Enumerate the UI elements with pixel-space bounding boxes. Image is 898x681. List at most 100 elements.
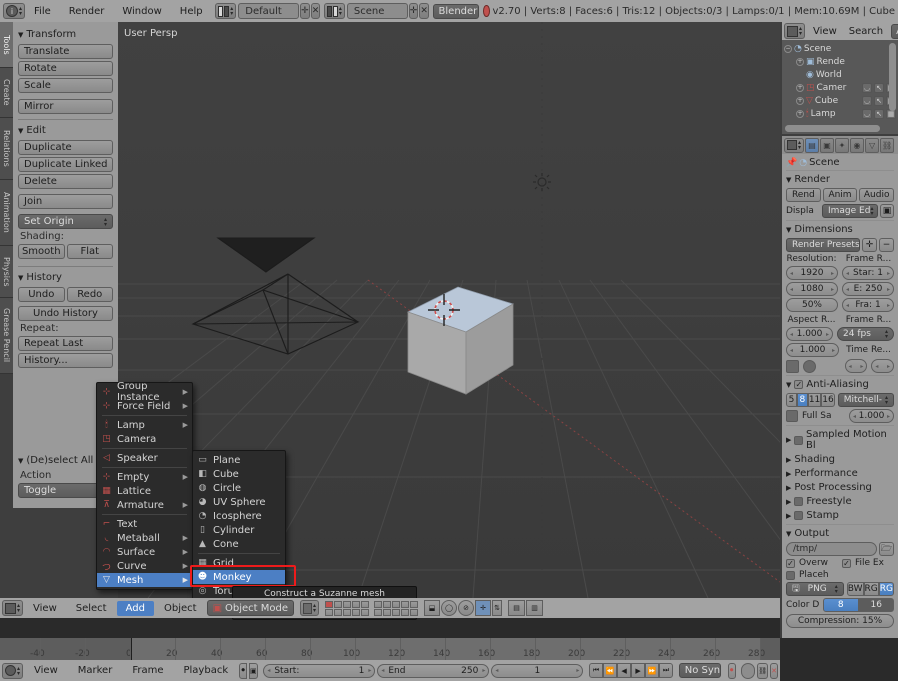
editor-type-selector-info[interactable]: i ▴ ▾ <box>3 3 26 19</box>
scene-browse-icon[interactable]: ▴ ▾ <box>323 3 345 19</box>
duplicate-linked-button[interactable]: Duplicate Linked <box>18 157 113 172</box>
add-menu-item-text[interactable]: ⌐ Text <box>97 517 192 531</box>
color-mode-rgba[interactable]: RG <box>878 582 894 596</box>
duplicate-button[interactable]: Duplicate <box>18 140 113 155</box>
timeline-menu-marker[interactable]: Marker <box>69 663 122 678</box>
output-path-field[interactable]: /tmp/ <box>786 542 877 556</box>
frame-end-field[interactable]: E: 250 <box>842 282 894 296</box>
link-action-icon[interactable]: ⛓ <box>757 662 769 679</box>
add-layout-button[interactable]: ✛ <box>300 3 310 19</box>
snap-magnet-icon[interactable]: ⊘ <box>458 600 475 616</box>
aspect-x-field[interactable]: 1.000 <box>786 327 833 341</box>
panel-header-transform[interactable]: ▼ Transform <box>18 29 113 40</box>
render-animation-button[interactable]: Anim <box>822 188 858 202</box>
render-engine-selector[interactable]: Blender Render ▴▾ <box>432 3 479 19</box>
menu-file[interactable]: File <box>25 4 60 19</box>
delete-layout-button[interactable]: ✕ <box>310 3 321 19</box>
viewport-menu-view[interactable]: View <box>24 601 66 616</box>
placeholders-checkbox[interactable] <box>786 570 795 580</box>
timeline-ruler[interactable]: -40 -20 0 20 40 60 80 100 120 140 160 18… <box>0 638 780 660</box>
tool-tab-animation[interactable]: Animation <box>0 180 13 246</box>
outliner-menu-view[interactable]: View <box>809 24 841 39</box>
screen-layout-field[interactable]: Default <box>238 3 300 19</box>
aa-samples-11[interactable]: 11 <box>807 393 822 407</box>
next-keyframe-icon[interactable]: ⏩ <box>645 663 660 678</box>
layer-block-2[interactable] <box>374 600 419 616</box>
mesh-item-icosphere[interactable]: ◔ Icosphere <box>193 509 285 523</box>
add-menu[interactable]: ⊹ Group Instance ▶ ⊹ Force Field ▶ 🕯 Lam… <box>96 381 193 590</box>
aspect-y-field[interactable]: 1.000 <box>786 343 839 357</box>
active-action-field[interactable] <box>741 662 756 679</box>
add-menu-item-lattice[interactable]: ▦ Lattice <box>97 484 192 498</box>
add-menu-item-force-field[interactable]: ⊹ Force Field ▶ <box>97 399 192 413</box>
editor-type-selector-timeline[interactable]: ▴ ▾ <box>2 662 24 679</box>
outliner-row-camera[interactable]: + ◳ Camer ◡ ↖ ▦ <box>784 81 896 94</box>
mesh-item-uv-sphere[interactable]: ◕ UV Sphere <box>193 495 285 509</box>
render-presets-dropdown[interactable]: Render Presets ▴▾ <box>786 238 860 252</box>
mesh-item-cube[interactable]: ◧ Cube <box>193 467 285 481</box>
tool-tab-create[interactable]: Create <box>0 68 13 118</box>
prop-tab-object[interactable]: ▽ <box>865 137 880 153</box>
menu-help[interactable]: Help <box>171 4 212 19</box>
mesh-item-cylinder[interactable]: ▯ Cylinder <box>193 523 285 537</box>
history-button[interactable]: History... <box>18 353 113 368</box>
selectable-cursor-icon[interactable]: ↖ <box>874 108 884 119</box>
add-menu-item-camera[interactable]: ◳ Camera <box>97 432 192 446</box>
add-menu-item-lamp[interactable]: 🕯 Lamp ▶ <box>97 418 192 432</box>
display-lock-icon[interactable]: ▣ <box>880 204 894 218</box>
add-menu-item-curve[interactable]: つ Curve ▶ <box>97 559 192 573</box>
outliner-scrollbar-vertical[interactable] <box>889 43 896 111</box>
time-remap-old-field[interactable] <box>844 359 868 373</box>
delete-scene-button[interactable]: ✕ <box>419 3 429 19</box>
add-menu-item-metaball[interactable]: ◟ Metaball ▶ <box>97 531 192 545</box>
outliner-tree[interactable]: − ◔ Scene + ▣ Rende ◉ World + ◳ Camer ◡ … <box>782 40 898 134</box>
redo-button[interactable]: Redo <box>66 287 113 302</box>
file-extensions-checkbox[interactable]: ✓ <box>842 558 851 568</box>
scene-name-field[interactable]: Scene <box>346 3 408 19</box>
undo-history-button[interactable]: Undo History <box>18 306 113 321</box>
full-sample-checkbox[interactable] <box>786 410 798 422</box>
antialiasing-checkbox[interactable]: ✓ <box>794 380 804 389</box>
tool-tab-relations[interactable]: Relations <box>0 118 13 180</box>
render-opengl-anim-icon[interactable]: ▥ <box>526 600 544 616</box>
panel-header-history[interactable]: ▼ History <box>18 272 113 283</box>
mirror-button[interactable]: Mirror <box>18 99 113 114</box>
rotate-button[interactable]: Rotate <box>18 61 113 76</box>
overwrite-checkbox[interactable]: ✓ <box>786 558 795 568</box>
aa-filter-dropdown[interactable]: Mitchell- ▴ ▾ <box>837 393 894 407</box>
resolution-x-field[interactable]: 1920 <box>786 266 838 280</box>
expand-icon[interactable]: + <box>796 96 804 105</box>
add-preset-button[interactable]: ✛ <box>862 238 877 252</box>
aa-samples-8[interactable]: 8 <box>796 393 808 407</box>
resolution-percent-field[interactable]: 50% <box>786 298 838 312</box>
tool-tab-physics[interactable]: Physics <box>0 246 13 298</box>
outliner-row-world[interactable]: ◉ World <box>784 68 896 81</box>
menu-render[interactable]: Render <box>60 4 114 19</box>
pin-icon[interactable]: 📌 <box>786 158 797 168</box>
current-frame-field[interactable]: 1 <box>491 663 584 678</box>
proportional-edit-icon[interactable]: ◯ <box>441 600 458 616</box>
resolution-y-field[interactable]: 1080 <box>786 282 838 296</box>
panel-header-sampled-motion-blur[interactable]: ▶ Sampled Motion Bl <box>786 429 894 451</box>
visibility-eye-icon[interactable]: ◡ <box>862 95 872 106</box>
display-mode-dropdown[interactable]: Image Ed ▴ ▾ <box>822 204 878 218</box>
mesh-item-circle[interactable]: ◍ Circle <box>193 481 285 495</box>
freestyle-checkbox[interactable] <box>794 497 804 506</box>
unlink-action-icon[interactable]: ✕ <box>770 662 778 679</box>
lock-camera-icon[interactable]: ⬓ <box>424 600 441 616</box>
outliner-display-mode[interactable]: All <box>891 23 898 39</box>
outliner-menu-search[interactable]: Search <box>845 24 887 39</box>
sync-mode-dropdown[interactable]: No Sync ▴▾ <box>678 663 722 678</box>
play-icon[interactable]: ▶ <box>631 663 646 678</box>
motion-blur-checkbox[interactable] <box>794 435 803 445</box>
prop-tab-world[interactable]: ◉ <box>850 137 865 153</box>
expand-icon[interactable]: + <box>796 57 804 66</box>
expand-icon[interactable]: + <box>796 83 804 92</box>
frame-rate-dropdown[interactable]: 24 fps ▴ ▾ <box>837 327 894 341</box>
prop-tab-constraints[interactable]: ⛓ <box>880 137 895 153</box>
visibility-eye-icon[interactable]: ◡ <box>862 108 872 119</box>
expand-icon[interactable]: − <box>784 44 792 53</box>
color-mode-bw[interactable]: BW <box>846 582 864 596</box>
color-depth-8[interactable]: 8 <box>823 598 859 612</box>
add-menu-item-mesh[interactable]: ▽ Mesh ▶ <box>97 573 192 587</box>
